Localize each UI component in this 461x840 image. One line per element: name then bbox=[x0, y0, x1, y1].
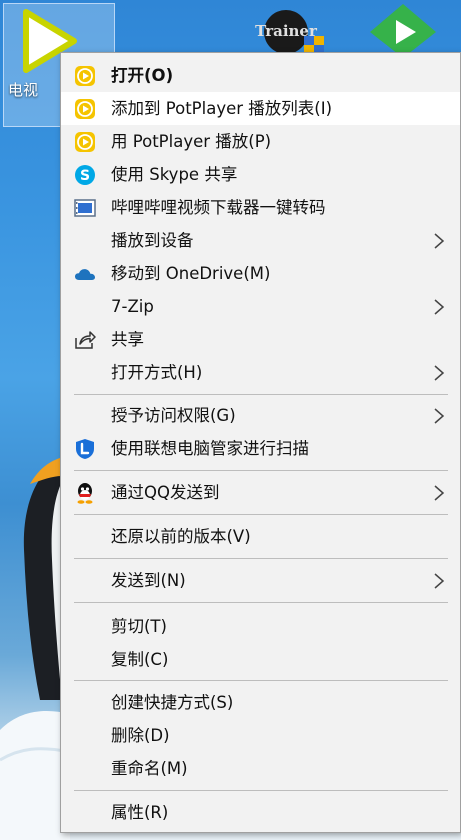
lenovo-shield-icon bbox=[73, 437, 97, 461]
potplayer-icon bbox=[73, 130, 97, 154]
menu-item-give-access[interactable]: 授予访问权限(G) bbox=[61, 399, 460, 432]
menu-label-open-with: 打开方式(H) bbox=[111, 363, 203, 382]
menu-item-cut[interactable]: 剪切(T) bbox=[61, 610, 460, 643]
menu-label-7zip: 7-Zip bbox=[111, 297, 154, 316]
menu-item-rename[interactable]: 重命名(M) bbox=[61, 752, 460, 785]
menu-item-send-qq[interactable]: 通过QQ发送到 bbox=[61, 476, 460, 509]
menu-item-restore-versions[interactable]: 还原以前的版本(V) bbox=[61, 520, 460, 553]
chevron-right-icon bbox=[434, 233, 445, 249]
menu-label-cut: 剪切(T) bbox=[111, 617, 167, 636]
green-app-icon[interactable] bbox=[368, 2, 438, 58]
menu-label-rename: 重命名(M) bbox=[111, 759, 188, 778]
menu-item-copy[interactable]: 复制(C) bbox=[61, 643, 460, 676]
video-converter-icon bbox=[73, 196, 97, 220]
qq-penguin-icon bbox=[73, 481, 97, 505]
menu-separator bbox=[74, 790, 448, 791]
onedrive-icon bbox=[73, 262, 97, 286]
chevron-right-icon bbox=[434, 365, 445, 381]
menu-label-share-skype: 使用 Skype 共享 bbox=[111, 165, 238, 184]
menu-separator bbox=[74, 680, 448, 681]
menu-separator bbox=[74, 470, 448, 471]
menu-label-properties: 属性(R) bbox=[111, 803, 169, 822]
menu-item-open-with[interactable]: 打开方式(H) bbox=[61, 356, 460, 389]
menu-label-give-access: 授予访问权限(G) bbox=[111, 406, 236, 425]
menu-label-add-to-playlist: 添加到 PotPlayer 播放列表(I) bbox=[111, 99, 333, 118]
menu-item-7zip[interactable]: 7-Zip bbox=[61, 290, 460, 323]
menu-label-restore-versions: 还原以前的版本(V) bbox=[111, 527, 251, 546]
chevron-right-icon bbox=[434, 299, 445, 315]
menu-item-send-to[interactable]: 发送到(N) bbox=[61, 564, 460, 597]
potplayer-icon bbox=[73, 97, 97, 121]
menu-label-bilibili-convert: 哔哩哔哩视频下载器一键转码 bbox=[111, 198, 326, 217]
chevron-right-icon bbox=[434, 573, 445, 589]
chevron-right-icon bbox=[434, 408, 445, 424]
menu-item-delete[interactable]: 删除(D) bbox=[61, 719, 460, 752]
menu-item-play-with-potplayer[interactable]: 用 PotPlayer 播放(P) bbox=[61, 125, 460, 158]
menu-separator bbox=[74, 558, 448, 559]
menu-separator bbox=[74, 602, 448, 603]
skype-icon: S bbox=[73, 163, 97, 187]
menu-item-share[interactable]: 共享 bbox=[61, 323, 460, 356]
menu-label-move-onedrive: 移动到 OneDrive(M) bbox=[111, 264, 271, 283]
potplayer-icon bbox=[73, 64, 97, 88]
menu-label-send-qq: 通过QQ发送到 bbox=[111, 483, 220, 502]
menu-label-copy: 复制(C) bbox=[111, 650, 169, 669]
svg-text:S: S bbox=[80, 168, 90, 184]
menu-separator bbox=[74, 394, 448, 395]
menu-item-create-shortcut[interactable]: 创建快捷方式(S) bbox=[61, 686, 460, 719]
menu-item-lenovo-scan[interactable]: 使用联想电脑管家进行扫描 bbox=[61, 432, 460, 465]
menu-label-play-with-potplayer: 用 PotPlayer 播放(P) bbox=[111, 132, 272, 151]
chevron-right-icon bbox=[434, 485, 445, 501]
menu-label-open: 打开(O) bbox=[111, 66, 174, 85]
menu-label-send-to: 发送到(N) bbox=[111, 571, 186, 590]
menu-item-share-skype[interactable]: S 使用 Skype 共享 bbox=[61, 158, 460, 191]
menu-item-add-to-playlist[interactable]: 添加到 PotPlayer 播放列表(I) bbox=[61, 92, 460, 125]
menu-separator bbox=[74, 514, 448, 515]
share-icon bbox=[73, 328, 97, 352]
menu-label-share: 共享 bbox=[111, 330, 144, 349]
trainer-app-icon[interactable]: Trainer bbox=[252, 6, 328, 54]
menu-label-cast-to-device: 播放到设备 bbox=[111, 231, 194, 250]
menu-label-create-shortcut: 创建快捷方式(S) bbox=[111, 693, 234, 712]
menu-item-bilibili-convert[interactable]: 哔哩哔哩视频下载器一键转码 bbox=[61, 191, 460, 224]
menu-item-open[interactable]: 打开(O) bbox=[61, 59, 460, 92]
context-menu: 打开(O) 添加到 PotPlayer 播放列表(I) 用 PotPlayer … bbox=[60, 52, 461, 833]
menu-item-move-onedrive[interactable]: 移动到 OneDrive(M) bbox=[61, 257, 460, 290]
menu-label-delete: 删除(D) bbox=[111, 726, 170, 745]
menu-label-lenovo-scan: 使用联想电脑管家进行扫描 bbox=[111, 439, 309, 458]
menu-item-properties[interactable]: 属性(R) bbox=[61, 796, 460, 829]
menu-item-cast-to-device[interactable]: 播放到设备 bbox=[61, 224, 460, 257]
